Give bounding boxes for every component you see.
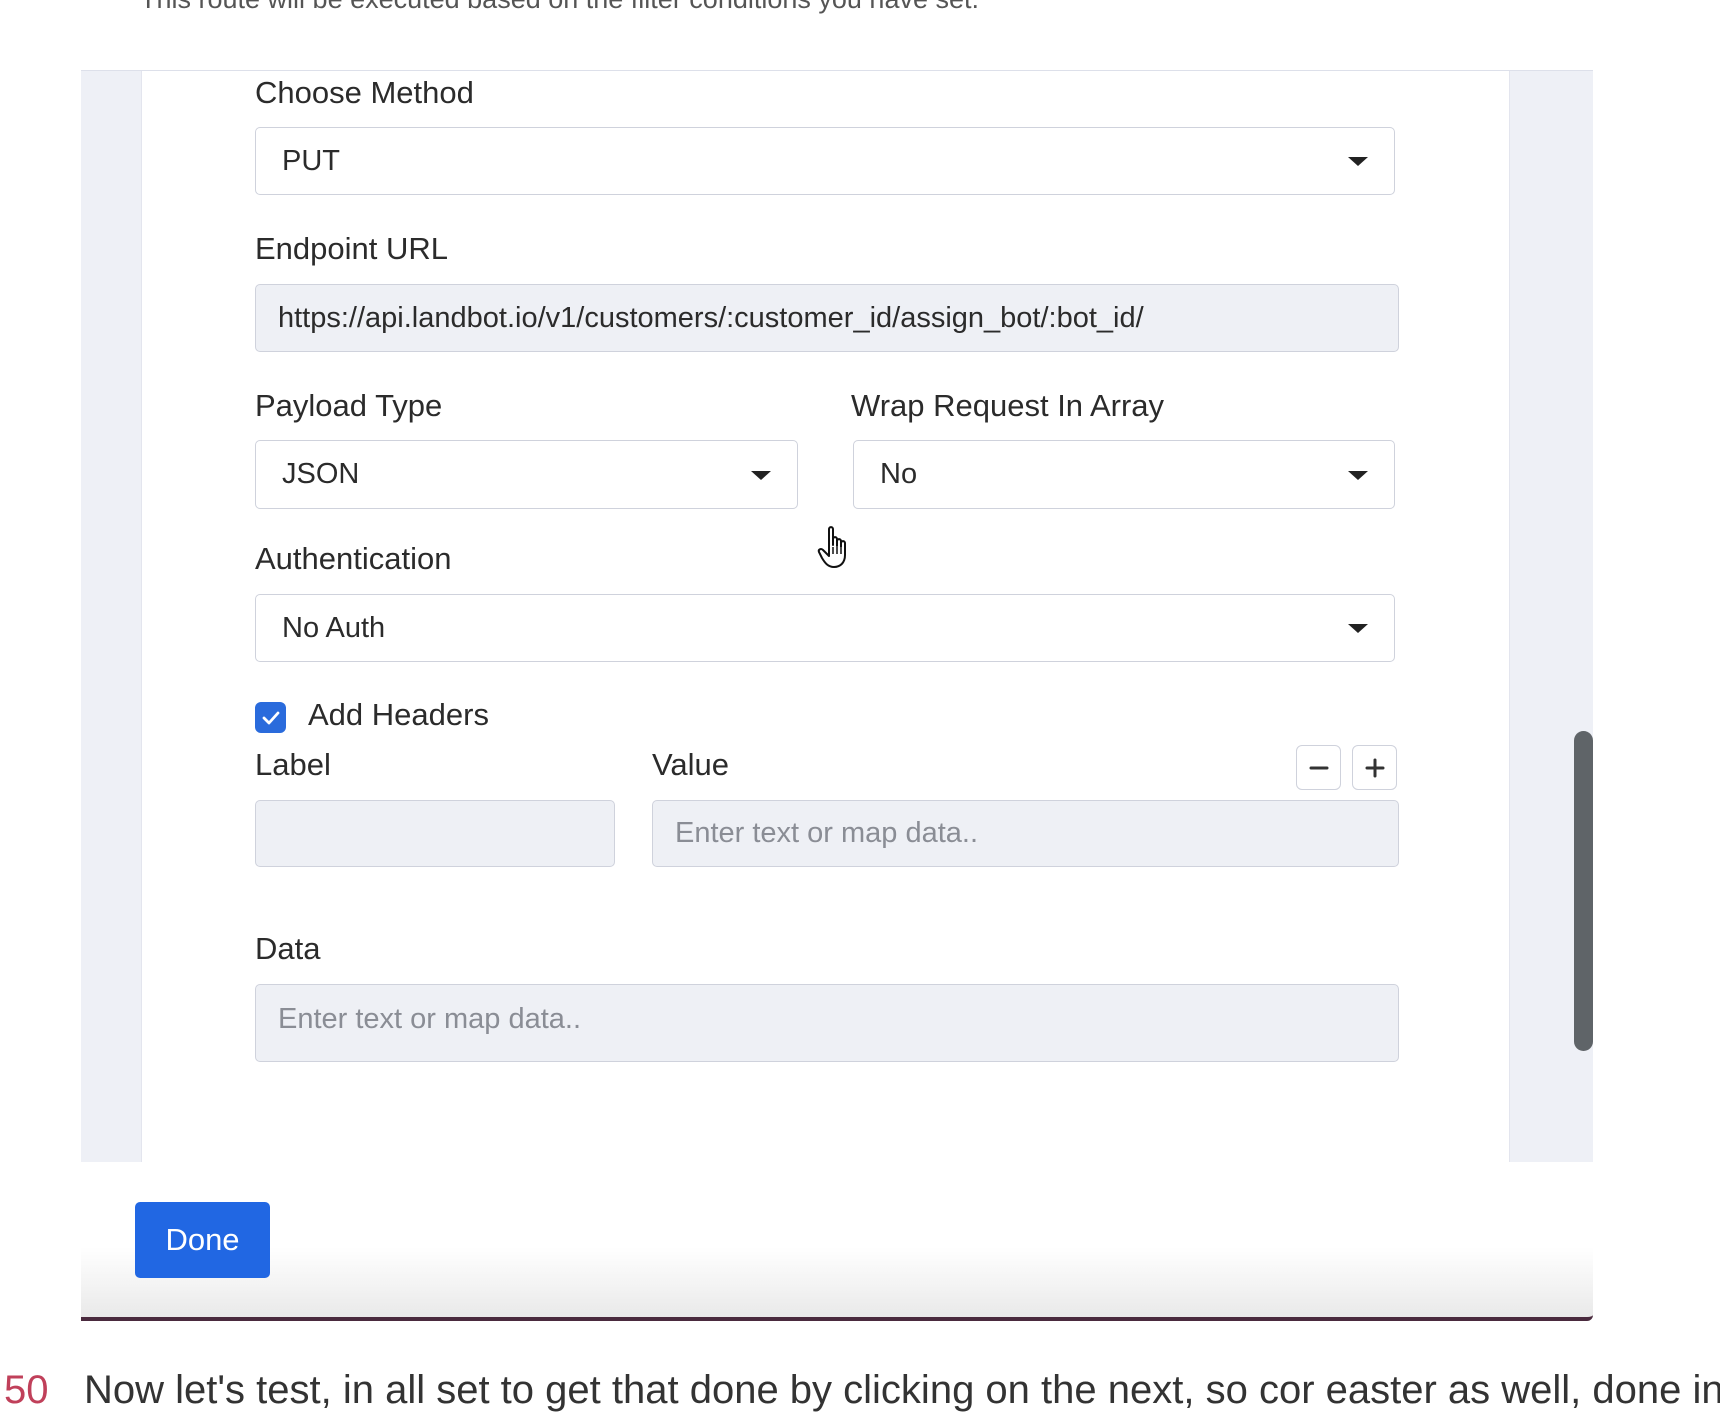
check-icon [262, 711, 279, 724]
data-placeholder: Enter text or map data.. [278, 1003, 582, 1035]
add-header-button[interactable] [1352, 745, 1397, 790]
wrap-request-select[interactable]: No [853, 440, 1395, 509]
authentication-value: No Auth [282, 611, 386, 644]
add-headers-label: Add Headers [308, 697, 489, 732]
caret-down-icon [1348, 157, 1368, 166]
header-label-input[interactable] [255, 800, 615, 867]
payload-type-select[interactable]: JSON [255, 440, 798, 509]
plus-icon [1365, 758, 1384, 777]
data-input[interactable]: Enter text or map data.. [255, 984, 1399, 1062]
modal-footer: Done [81, 1162, 1593, 1321]
scrollbar-thumb[interactable] [1574, 731, 1593, 1051]
minus-icon [1309, 766, 1328, 769]
endpoint-value: https://api.landbot.io/v1/customers/:cus… [278, 301, 1144, 334]
route-description: This route will be executed based on the… [140, 0, 979, 15]
caret-down-icon [751, 470, 771, 480]
scroll-panel[interactable]: Choose Method PUT Endpoint URL https://a… [81, 70, 1593, 1163]
method-select[interactable]: PUT [255, 127, 1395, 195]
authentication-select[interactable]: No Auth [255, 594, 1395, 662]
header-value-column: Value [652, 747, 729, 782]
caption-text: Now let's test, in all set to get that d… [84, 1368, 1720, 1412]
method-label: Choose Method [255, 75, 474, 110]
caret-down-icon [1348, 470, 1368, 480]
webhook-form: Choose Method PUT Endpoint URL https://a… [141, 71, 1510, 1163]
caret-down-icon [1348, 624, 1368, 633]
endpoint-label: Endpoint URL [255, 231, 449, 266]
header-value-input[interactable]: Enter text or map data.. [652, 800, 1399, 867]
remove-header-button[interactable] [1296, 745, 1341, 790]
done-button[interactable]: Done [135, 1202, 270, 1278]
method-value: PUT [282, 144, 340, 177]
header-value-placeholder: Enter text or map data.. [675, 817, 979, 849]
endpoint-input[interactable]: https://api.landbot.io/v1/customers/:cus… [255, 284, 1399, 352]
add-headers-checkbox[interactable] [255, 702, 286, 733]
hand-pointer-icon [817, 526, 846, 568]
authentication-label: Authentication [255, 541, 452, 576]
payload-type-label: Payload Type [255, 388, 443, 423]
data-label: Data [255, 931, 321, 966]
step-number: 50 [4, 1368, 49, 1412]
payload-type-value: JSON [282, 458, 360, 490]
wrap-request-value: No [880, 458, 918, 490]
wrap-request-label: Wrap Request In Array [851, 388, 1165, 423]
header-label-column: Label [255, 747, 331, 782]
